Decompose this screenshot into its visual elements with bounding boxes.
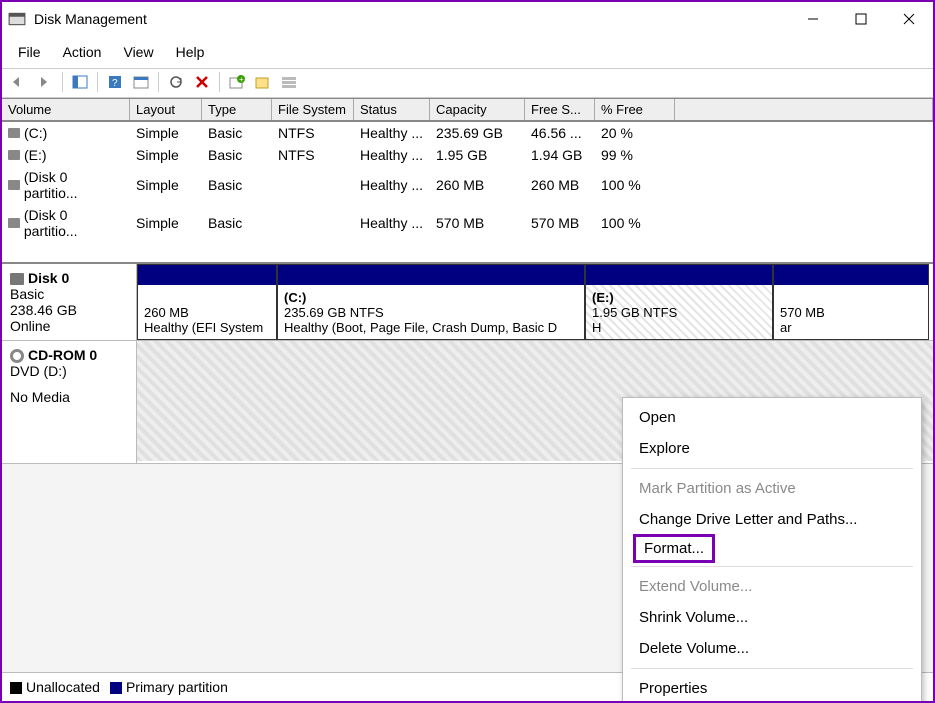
toolbar: ? + <box>2 69 933 98</box>
header-type[interactable]: Type <box>202 99 272 120</box>
back-button[interactable] <box>8 71 30 93</box>
header-layout[interactable]: Layout <box>130 99 202 120</box>
header-free[interactable]: Free S... <box>525 99 595 120</box>
disk-size: 238.46 GB <box>10 302 128 318</box>
legend-primary: Primary partition <box>110 679 228 695</box>
disk-info[interactable]: Disk 0 Basic 238.46 GB Online <box>2 264 137 340</box>
cdrom-info[interactable]: CD-ROM 0 DVD (D:) No Media <box>2 341 137 463</box>
refresh-button[interactable] <box>165 71 187 93</box>
help-button[interactable]: ? <box>104 71 126 93</box>
context-menu-shrink-volume[interactable]: Shrink Volume... <box>623 602 921 633</box>
cdrom-type: DVD (D:) <box>10 363 128 379</box>
window-title: Disk Management <box>34 11 147 27</box>
window-root: Disk Management FileActionViewHelp ? + V… <box>0 0 935 703</box>
maximize-button[interactable] <box>837 2 885 36</box>
minimize-button[interactable] <box>789 2 837 36</box>
header-pctfree[interactable]: % Free <box>595 99 675 120</box>
volume-row[interactable]: (Disk 0 partitio...SimpleBasicHealthy ..… <box>2 204 933 242</box>
disk-icon <box>10 273 24 285</box>
list-view-button[interactable] <box>278 71 300 93</box>
context-menu-extend-volume: Extend Volume... <box>623 571 921 602</box>
context-menu-mark-partition-as-active: Mark Partition as Active <box>623 473 921 504</box>
cdrom-name: CD-ROM 0 <box>28 347 97 363</box>
partition[interactable]: 260 MBHealthy (EFI System <box>137 264 277 340</box>
menubar: FileActionViewHelp <box>2 36 933 69</box>
disk-name: Disk 0 <box>28 270 69 286</box>
context-menu-delete-volume[interactable]: Delete Volume... <box>623 633 921 664</box>
app-icon <box>8 10 26 28</box>
header-filesystem[interactable]: File System <box>272 99 354 120</box>
disk-partitions: 260 MBHealthy (EFI System(C:)235.69 GB N… <box>137 264 933 340</box>
header-status[interactable]: Status <box>354 99 430 120</box>
menu-help[interactable]: Help <box>166 40 215 64</box>
close-button[interactable] <box>885 2 933 36</box>
new-volume-button[interactable]: + <box>226 71 248 93</box>
volume-row[interactable]: (E:)SimpleBasicNTFSHealthy ...1.95 GB1.9… <box>2 144 933 166</box>
menu-file[interactable]: File <box>8 40 51 64</box>
menu-view[interactable]: View <box>113 40 163 64</box>
drive-icon <box>8 150 20 160</box>
volume-row[interactable]: (C:)SimpleBasicNTFSHealthy ...235.69 GB4… <box>2 122 933 144</box>
cd-icon <box>10 349 24 363</box>
svg-text:+: + <box>239 75 244 84</box>
drive-icon <box>8 128 20 138</box>
disk-row: Disk 0 Basic 238.46 GB Online 260 MBHeal… <box>2 264 933 341</box>
context-menu-change-drive-letter-and-paths[interactable]: Change Drive Letter and Paths... <box>623 504 921 535</box>
partition[interactable]: (E:)1.95 GB NTFSH <box>585 264 773 340</box>
titlebar: Disk Management <box>2 2 933 36</box>
properties-button[interactable] <box>130 71 152 93</box>
context-menu-properties[interactable]: Properties <box>623 673 921 703</box>
drive-icon <box>8 218 20 228</box>
context-menu-open[interactable]: Open <box>623 402 921 433</box>
header-volume[interactable]: Volume <box>2 99 130 120</box>
disk-type: Basic <box>10 286 128 302</box>
disk-status: Online <box>10 318 128 334</box>
volume-row[interactable]: (Disk 0 partitio...SimpleBasicHealthy ..… <box>2 166 933 204</box>
header-capacity[interactable]: Capacity <box>430 99 525 120</box>
svg-text:?: ? <box>112 78 118 89</box>
show-hide-tree-button[interactable] <box>69 71 91 93</box>
forward-button[interactable] <box>34 71 56 93</box>
cdrom-status: No Media <box>10 389 128 405</box>
context-menu: OpenExplore Mark Partition as ActiveChang… <box>622 397 922 703</box>
partition[interactable]: (C:)235.69 GB NTFSHealthy (Boot, Page Fi… <box>277 264 585 340</box>
context-menu-format[interactable]: Format... <box>634 535 714 562</box>
context-menu-explore[interactable]: Explore <box>623 433 921 464</box>
format-button[interactable] <box>252 71 274 93</box>
drive-icon <box>8 180 20 190</box>
volume-list-header: Volume Layout Type File System Status Ca… <box>2 99 933 122</box>
menu-action[interactable]: Action <box>53 40 112 64</box>
partition[interactable]: 570 MBar <box>773 264 929 340</box>
volume-list-body: (C:)SimpleBasicNTFSHealthy ...235.69 GB4… <box>2 122 933 262</box>
volume-list: Volume Layout Type File System Status Ca… <box>2 98 933 262</box>
delete-button[interactable] <box>191 71 213 93</box>
legend-unallocated: Unallocated <box>10 679 100 695</box>
